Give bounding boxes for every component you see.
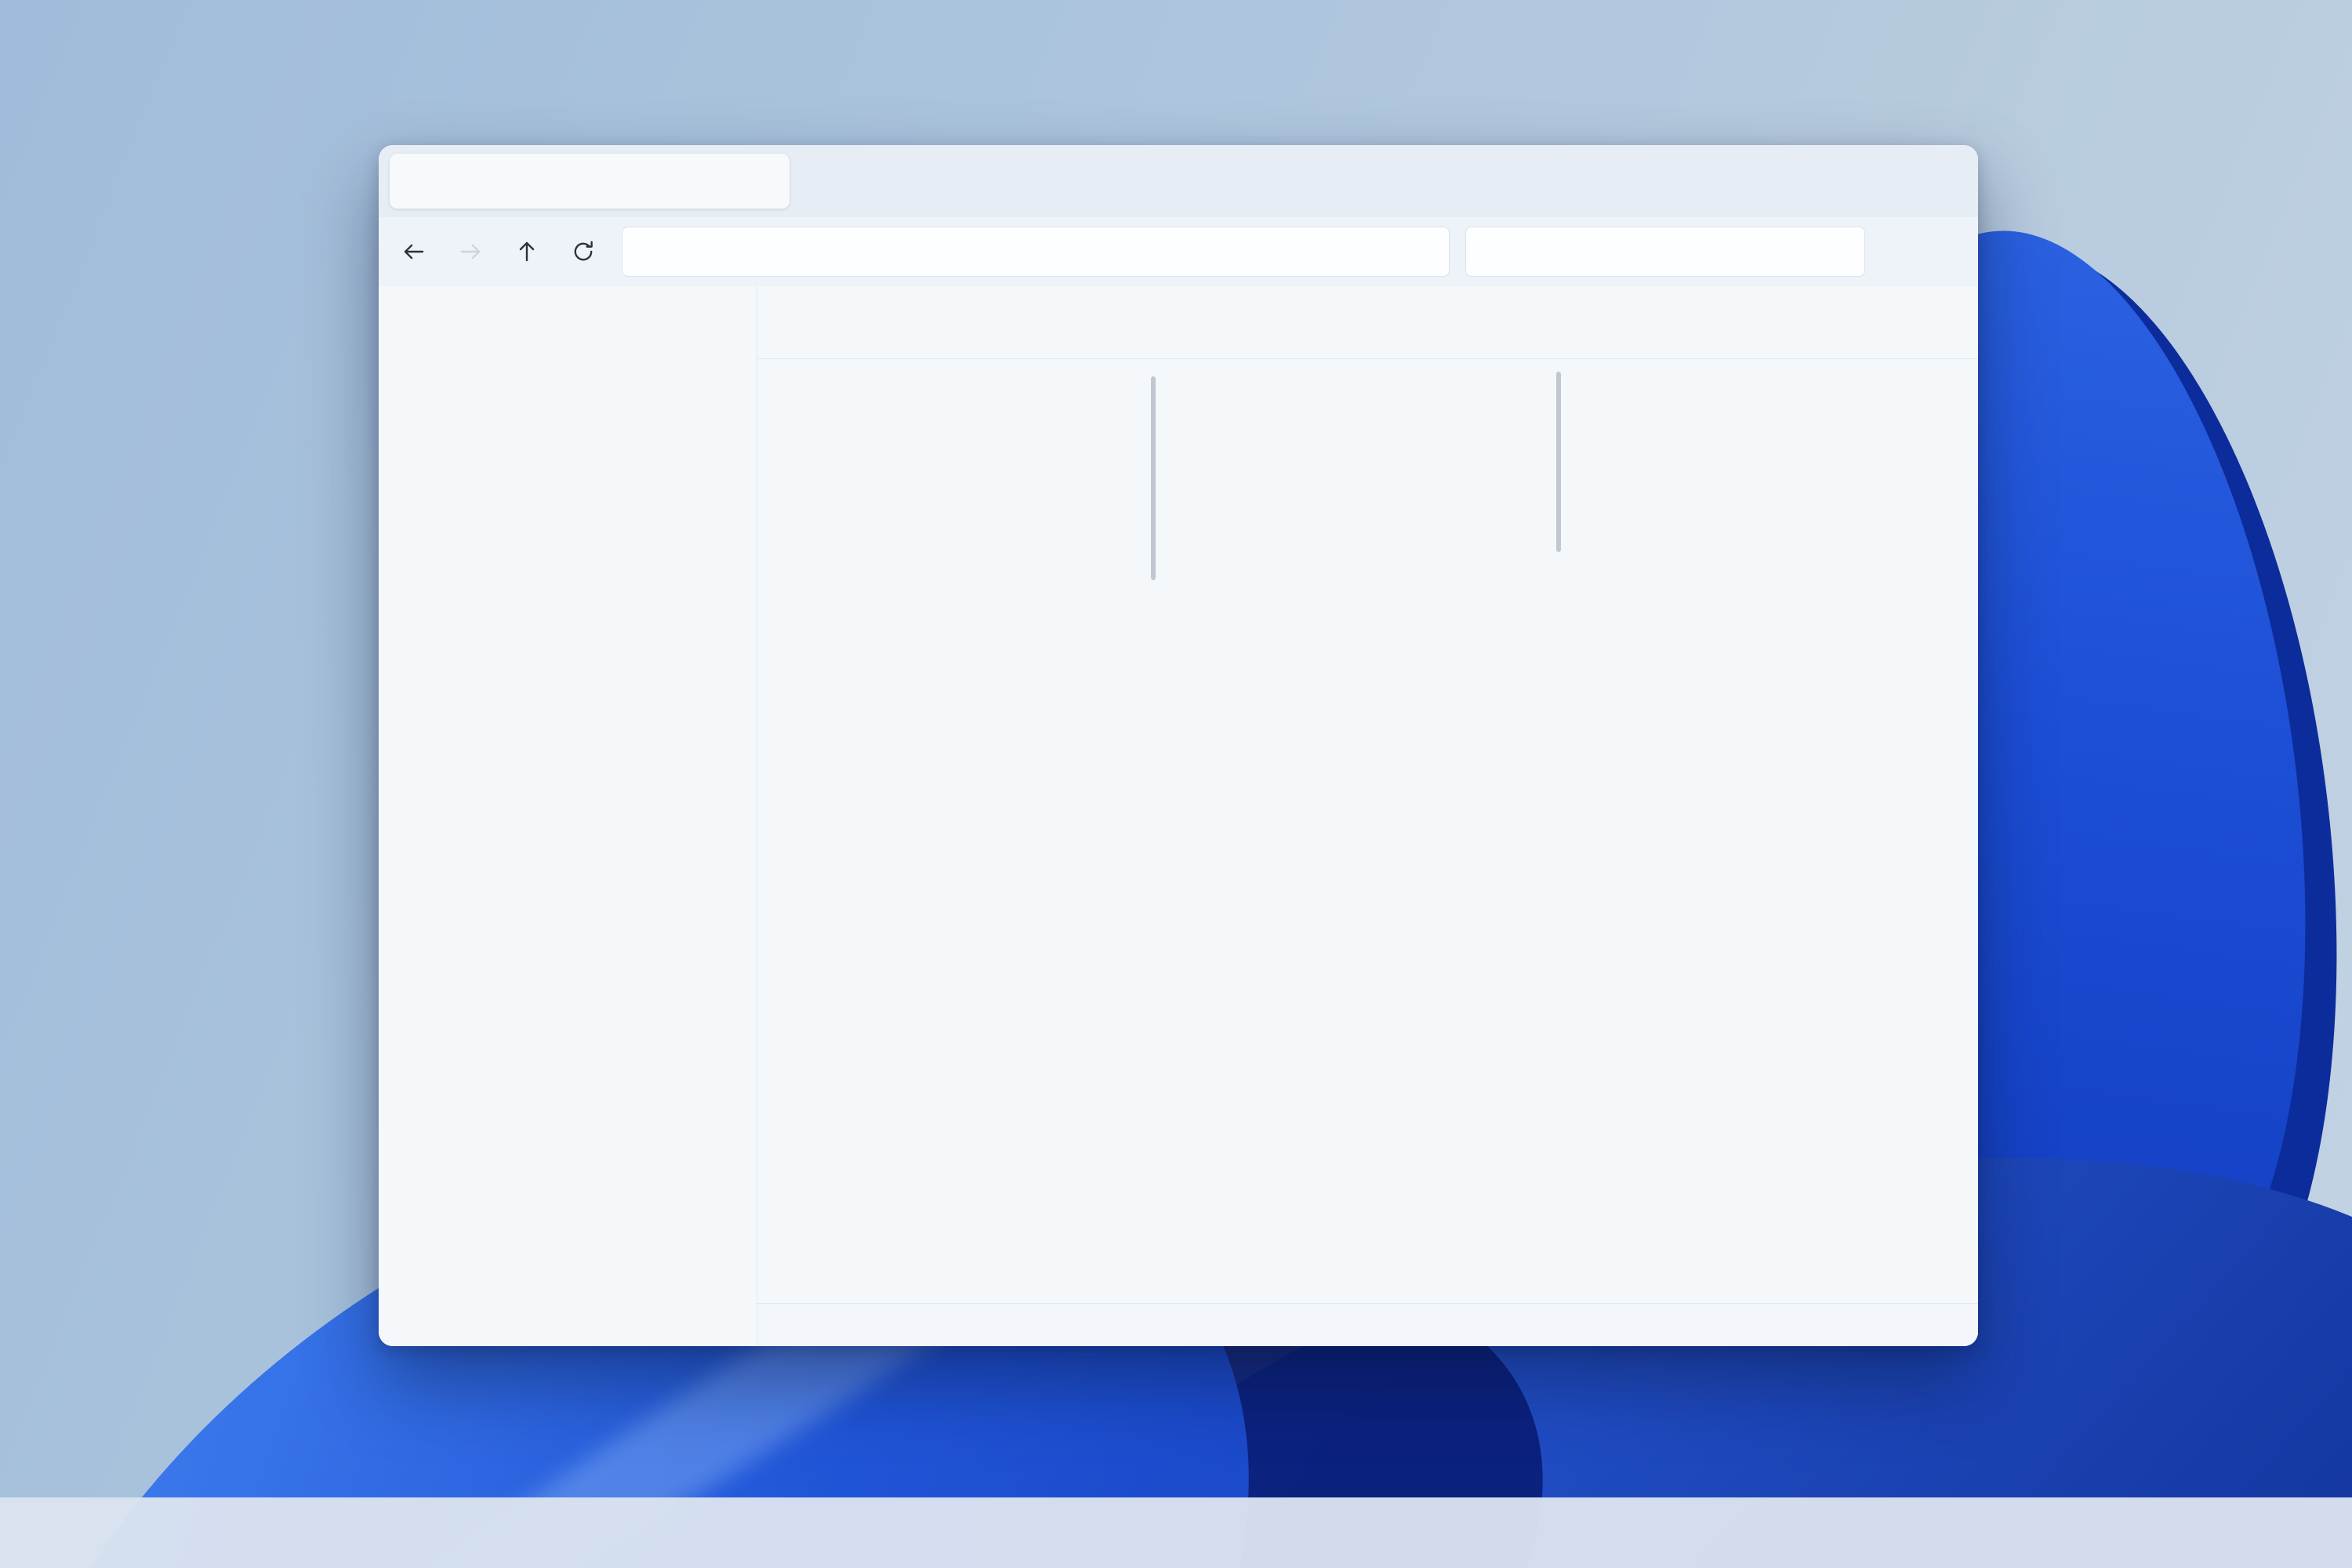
minimize-icon bbox=[1790, 169, 1813, 193]
tab-writing[interactable] bbox=[390, 154, 789, 209]
window-body bbox=[379, 286, 1978, 1346]
arrow-left-icon bbox=[401, 238, 427, 265]
close-button[interactable] bbox=[1907, 145, 1978, 217]
nav-up-button[interactable] bbox=[504, 229, 550, 274]
plus-icon bbox=[812, 169, 836, 193]
content-pane bbox=[757, 286, 1978, 1346]
gear-icon bbox=[1929, 238, 1956, 265]
status-bar bbox=[757, 1303, 1978, 1346]
maximize-icon bbox=[1860, 169, 1884, 193]
new-tab-button[interactable] bbox=[802, 159, 846, 203]
window-controls bbox=[1766, 145, 1978, 217]
address-bar[interactable] bbox=[622, 227, 1450, 277]
search-icon bbox=[1482, 240, 1505, 263]
folder-icon bbox=[405, 167, 434, 195]
system-tray bbox=[2225, 1497, 2335, 1568]
tab-bar bbox=[379, 145, 1978, 217]
file-columns bbox=[757, 359, 1978, 1303]
duplicate-tab-icon bbox=[868, 169, 893, 194]
column-scrollbar[interactable] bbox=[1151, 376, 1156, 580]
maximize-button[interactable] bbox=[1837, 145, 1907, 217]
search-box[interactable] bbox=[1465, 227, 1865, 277]
navigation-bar bbox=[379, 217, 1978, 286]
nav-refresh-button[interactable] bbox=[561, 229, 606, 274]
taskbar bbox=[0, 1497, 2352, 1568]
column-scrollbar[interactable] bbox=[1556, 372, 1561, 552]
arrow-up-icon bbox=[514, 238, 540, 265]
file-explorer-window bbox=[379, 145, 1978, 1346]
close-tab-icon[interactable] bbox=[753, 171, 774, 191]
close-icon bbox=[1931, 169, 1955, 193]
toolbar bbox=[757, 286, 1978, 359]
settings-button[interactable] bbox=[1920, 229, 1965, 274]
minimize-button[interactable] bbox=[1766, 145, 1837, 217]
address-dropdown-icon[interactable] bbox=[1411, 241, 1439, 262]
sync-spinner-icon bbox=[1885, 239, 1910, 264]
sidebar bbox=[379, 286, 757, 1346]
sync-status-button[interactable] bbox=[1875, 229, 1920, 274]
arrow-right-icon bbox=[457, 238, 484, 265]
search-input[interactable] bbox=[1518, 239, 1849, 265]
nav-back-button[interactable] bbox=[391, 229, 437, 274]
duplicate-tab-button[interactable] bbox=[858, 159, 902, 203]
refresh-icon bbox=[570, 238, 597, 265]
nav-forward-button[interactable] bbox=[448, 229, 493, 274]
